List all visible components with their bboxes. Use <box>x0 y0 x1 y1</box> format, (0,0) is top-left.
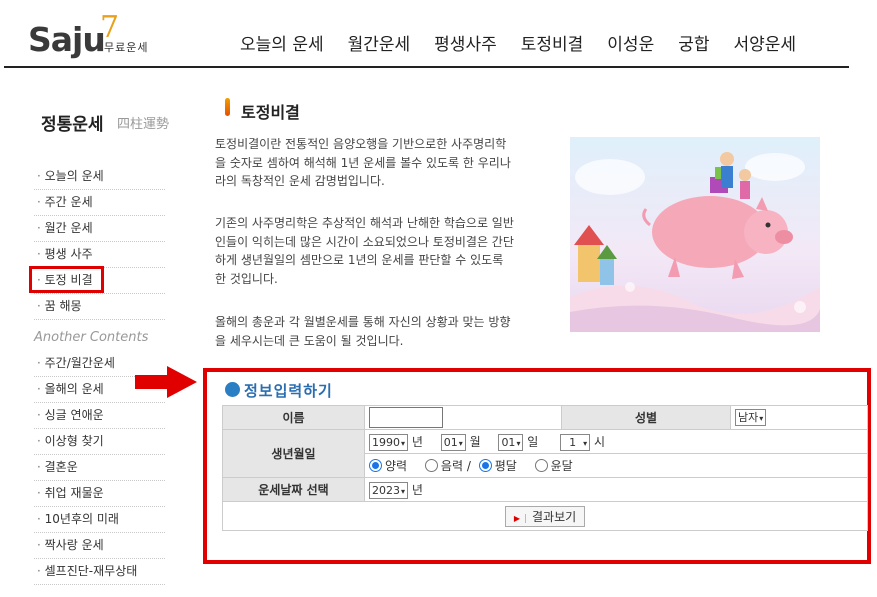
intro-paragraph-1: 토정비결이란 전통적인 음양오행을 기반으로한 사주명리학을 숫자로 셈하여 해… <box>215 137 511 188</box>
another-item-future[interactable]: 10년후의 미래 <box>34 507 165 533</box>
sidebar-item-dream[interactable]: 꿈 해몽 <box>34 294 165 320</box>
another-item-single-love[interactable]: 싱글 연애운 <box>34 403 165 429</box>
year-value: 1990 <box>372 435 400 449</box>
leap-month-radio[interactable] <box>534 459 548 472</box>
day-value: 01 <box>501 435 516 449</box>
normal-month-radio[interactable] <box>478 459 492 472</box>
gender-select[interactable]: 남자▾ <box>735 409 767 426</box>
solar-label: 양력 <box>385 459 408 473</box>
fortune-year-value: 2023 <box>372 483 400 497</box>
play-icon: ▶ <box>513 513 526 523</box>
gender-value: 남자 <box>738 411 759 424</box>
sidebar-title-sub: 四柱運勢 <box>117 117 170 132</box>
birth-label: 생년월일 <box>222 429 365 478</box>
intro-paragraph-2: 기존의 사주명리학은 추상적인 해석과 난해한 학습으로 일반인들이 익히는데 … <box>215 216 514 286</box>
hour-value: 1 <box>569 435 577 449</box>
hour-select[interactable]: 1 ▾ <box>560 433 591 451</box>
day-unit: 일 <box>527 434 539 449</box>
name-input[interactable] <box>369 407 443 428</box>
chevron-circle-icon <box>225 382 240 397</box>
section-title: 토정비결 <box>241 103 300 122</box>
day-select[interactable]: 01▾ <box>498 433 524 451</box>
chevron-down-icon: ▾ <box>759 414 764 423</box>
chevron-down-icon: ▾ <box>401 438 406 448</box>
red-arrow-icon <box>135 366 197 398</box>
year-unit: 년 <box>411 434 423 449</box>
view-result-label: 결과보기 <box>531 509 577 524</box>
another-item-crush[interactable]: 짝사랑 운세 <box>34 533 165 559</box>
sidebar-menu: 오늘의 운세 주간 운세 월간 운세 평생 사주 토정 비결 꿈 해몽 <box>34 164 165 320</box>
nav-lifetime[interactable]: 평생사주 <box>434 30 497 55</box>
view-result-button[interactable]: ▶ 결과보기 <box>504 505 586 527</box>
nav-today[interactable]: 오늘의 운세 <box>240 30 324 55</box>
section-title-bar-icon <box>225 98 230 116</box>
another-item-finance-check[interactable]: 셀프진단-재무상태 <box>34 559 165 585</box>
chevron-down-icon: ▾ <box>583 438 588 448</box>
another-item-marriage[interactable]: 결혼운 <box>34 455 165 481</box>
another-item-career-wealth[interactable]: 취업 재물운 <box>34 481 165 507</box>
sidebar-item-weekly[interactable]: 주간 운세 <box>34 190 165 216</box>
header-divider <box>4 66 849 68</box>
lunar-label: 음력 / <box>440 459 471 473</box>
intro-paragraph-3: 올해의 총운과 각 월별운세를 통해 자신의 상황과 맞는 방향을 세우시는데 … <box>215 315 511 348</box>
fortune-year-unit: 년 <box>411 482 423 497</box>
chevron-down-icon: ▾ <box>516 438 521 448</box>
fortune-year-label: 운세날짜 선택 <box>222 477 365 502</box>
chevron-down-icon: ▾ <box>401 486 406 496</box>
hour-unit: 시 <box>594 434 606 449</box>
nav-compatibility[interactable]: 궁합 <box>678 30 709 55</box>
main-nav: 오늘의 운세 월간운세 평생사주 토정비결 이성운 궁합 서양운세 <box>240 30 820 55</box>
solar-radio[interactable] <box>369 459 382 472</box>
nav-tojeong[interactable]: 토정비결 <box>521 30 584 55</box>
lunar-radio[interactable] <box>424 459 438 472</box>
year-select[interactable]: 1990▾ <box>369 433 409 451</box>
highlight-box-sidebar <box>29 266 104 293</box>
month-unit: 월 <box>469 434 481 449</box>
chevron-down-icon: ▾ <box>458 438 463 448</box>
month-select[interactable]: 01▾ <box>440 433 466 451</box>
another-contents-title: Another Contents <box>34 330 149 345</box>
flying-pig-illustration <box>570 137 820 332</box>
nav-monthly[interactable]: 월간운세 <box>348 30 411 55</box>
logo-text: Saju <box>28 20 106 59</box>
form-title: 정보입력하기 <box>244 382 333 400</box>
nav-western[interactable]: 서양운세 <box>734 30 797 55</box>
gender-label: 성별 <box>561 405 731 430</box>
month-value: 01 <box>443 435 458 449</box>
normal-month-label: 평달 <box>494 459 517 473</box>
fortune-year-select[interactable]: 2023▾ <box>369 481 409 499</box>
logo-subtitle: 무료운세 <box>104 41 149 54</box>
nav-romance[interactable]: 이성운 <box>607 30 654 55</box>
name-label: 이름 <box>222 405 365 430</box>
leap-month-label: 윤달 <box>550 459 573 473</box>
sidebar-item-today[interactable]: 오늘의 운세 <box>34 164 165 190</box>
sidebar-title: 정통운세 <box>41 115 104 135</box>
sidebar-item-monthly[interactable]: 월간 운세 <box>34 216 165 242</box>
sidebar-item-lifetime[interactable]: 평생 사주 <box>34 242 165 268</box>
another-item-ideal-type[interactable]: 이상형 찾기 <box>34 429 165 455</box>
info-input-table: 이름 성별 남자▾ 생년월일 1990▾ 년 01▾ 월 01▾ 일 1 ▾ 시 … <box>222 405 868 531</box>
